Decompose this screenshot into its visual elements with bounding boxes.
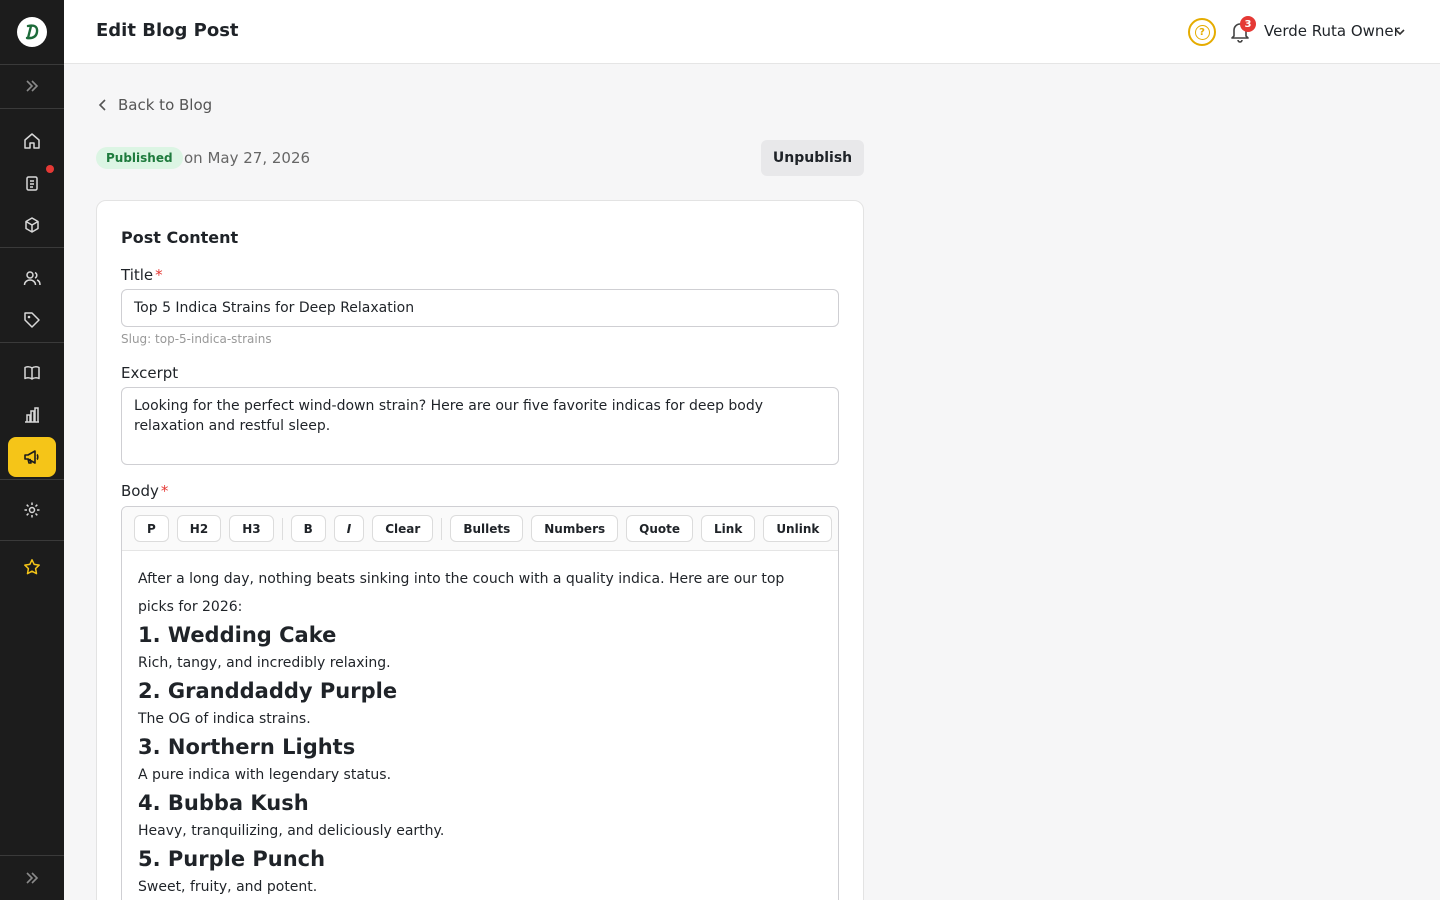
settings-icon bbox=[24, 502, 40, 518]
title-label: Title * bbox=[121, 266, 163, 284]
sidebar bbox=[0, 0, 64, 900]
status-badge: Published bbox=[96, 147, 183, 169]
editor-heading: 2. Granddaddy Purple bbox=[138, 679, 398, 703]
italic-button[interactable]: I bbox=[333, 515, 365, 542]
logo-mark bbox=[17, 17, 47, 47]
required-mark: * bbox=[160, 482, 169, 500]
editor-paragraph: Heavy, tranquilizing, and deliciously ea… bbox=[138, 823, 445, 839]
clipboard-icon bbox=[26, 176, 38, 191]
double-chevron-right-icon bbox=[26, 80, 39, 92]
page-title: Edit Blog Post bbox=[96, 20, 239, 41]
help-button[interactable]: ? bbox=[1188, 18, 1216, 46]
paragraph-button[interactable]: P bbox=[134, 515, 169, 542]
editor-intro-paragraph: After a long day, nothing beats sinking … bbox=[138, 571, 785, 615]
h3-button[interactable]: H3 bbox=[229, 515, 274, 542]
app-logo[interactable] bbox=[0, 0, 64, 64]
editor-paragraph: Sweet, fruity, and potent. bbox=[138, 879, 318, 895]
unlink-button[interactable]: Unlink bbox=[763, 515, 833, 542]
h2-button[interactable]: H2 bbox=[176, 515, 222, 542]
sidebar-item-deals[interactable] bbox=[8, 300, 56, 340]
back-to-blog-link[interactable]: Back to Blog bbox=[98, 96, 212, 114]
expand-sidebar-button[interactable] bbox=[8, 66, 56, 106]
sidebar-item-settings[interactable] bbox=[8, 490, 56, 530]
title-label-text: Title bbox=[121, 266, 154, 284]
sidebar-item-marketing[interactable] bbox=[8, 437, 56, 477]
editor-heading: 1. Wedding Cake bbox=[138, 623, 337, 647]
body-label: Body * bbox=[121, 482, 168, 500]
toolbar-separator bbox=[441, 517, 443, 540]
editor-content[interactable]: After a long day, nothing beats sinking … bbox=[122, 551, 838, 900]
editor-toolbar: P H2 H3 B I Clear Bullets Numbers Quote … bbox=[122, 507, 838, 551]
slug-text: Slug: top-5-indica-strains bbox=[121, 332, 272, 346]
body-label-text: Body bbox=[121, 482, 159, 500]
users-icon bbox=[23, 271, 41, 286]
sidebar-item-favorites[interactable] bbox=[8, 547, 56, 587]
sidebar-divider bbox=[0, 342, 64, 343]
sidebar-item-menu[interactable] bbox=[8, 353, 56, 393]
editor-heading: 3. Northern Lights bbox=[138, 735, 356, 759]
top-header: Edit Blog Post ? 3 Verde Ruta Owner bbox=[64, 0, 1440, 64]
sidebar-divider bbox=[0, 479, 64, 480]
star-icon bbox=[24, 559, 40, 575]
quote-button[interactable]: Quote bbox=[626, 515, 694, 542]
toolbar-separator bbox=[281, 517, 283, 540]
back-link-label: Back to Blog bbox=[118, 96, 213, 114]
bold-button[interactable]: B bbox=[290, 515, 326, 542]
megaphone-icon bbox=[24, 450, 39, 464]
editor-paragraph: Rich, tangy, and incredibly relaxing. bbox=[138, 655, 391, 671]
editor-heading: 4. Bubba Kush bbox=[138, 791, 309, 815]
sidebar-divider bbox=[0, 64, 64, 65]
user-menu-name[interactable]: Verde Ruta Owner bbox=[1264, 22, 1400, 40]
link-button[interactable]: Link bbox=[701, 515, 756, 542]
excerpt-label: Excerpt bbox=[121, 364, 179, 382]
chart-icon bbox=[25, 407, 39, 423]
bullets-button[interactable]: Bullets bbox=[450, 515, 524, 542]
question-mark-icon: ? bbox=[1194, 24, 1210, 40]
title-input[interactable]: Top 5 Indica Strains for Deep Relaxation bbox=[121, 289, 839, 327]
numbers-button[interactable]: Numbers bbox=[531, 515, 619, 542]
tag-icon bbox=[24, 312, 40, 328]
excerpt-textarea[interactable]: Looking for the perfect wind-down strain… bbox=[121, 387, 839, 465]
editor-paragraph: The OG of indica strains. bbox=[138, 711, 311, 727]
unpublish-button[interactable]: Unpublish bbox=[761, 140, 864, 176]
sidebar-item-home[interactable] bbox=[8, 121, 56, 161]
home-icon bbox=[24, 133, 40, 149]
notification-dot bbox=[46, 165, 54, 173]
post-content-card: Post Content Title * Top 5 Indica Strains… bbox=[96, 200, 864, 900]
sidebar-divider bbox=[0, 855, 64, 856]
card-title: Post Content bbox=[121, 228, 239, 247]
sidebar-item-analytics[interactable] bbox=[8, 395, 56, 435]
logo-icon bbox=[25, 24, 39, 40]
chevron-left-icon bbox=[98, 99, 106, 111]
clear-format-button[interactable]: Clear bbox=[372, 515, 434, 542]
sidebar-divider bbox=[0, 247, 64, 248]
collapse-sidebar-button[interactable] bbox=[8, 858, 56, 898]
editor-paragraph: A pure indica with legendary status. bbox=[138, 767, 392, 783]
required-mark: * bbox=[155, 266, 163, 284]
book-icon bbox=[24, 366, 40, 380]
editor-heading: 5. Purple Punch bbox=[138, 847, 326, 871]
sidebar-divider bbox=[0, 540, 64, 541]
chevron-down-icon[interactable] bbox=[1394, 26, 1406, 38]
box-icon bbox=[25, 217, 39, 233]
double-chevron-right-icon bbox=[26, 872, 39, 884]
sidebar-divider bbox=[0, 108, 64, 109]
sidebar-item-products[interactable] bbox=[8, 205, 56, 245]
publish-date: on May 27, 2026 bbox=[184, 149, 311, 167]
rich-text-editor: P H2 H3 B I Clear Bullets Numbers Quote … bbox=[121, 506, 839, 900]
notification-badge: 3 bbox=[1240, 16, 1256, 32]
sidebar-item-customers[interactable] bbox=[8, 258, 56, 298]
